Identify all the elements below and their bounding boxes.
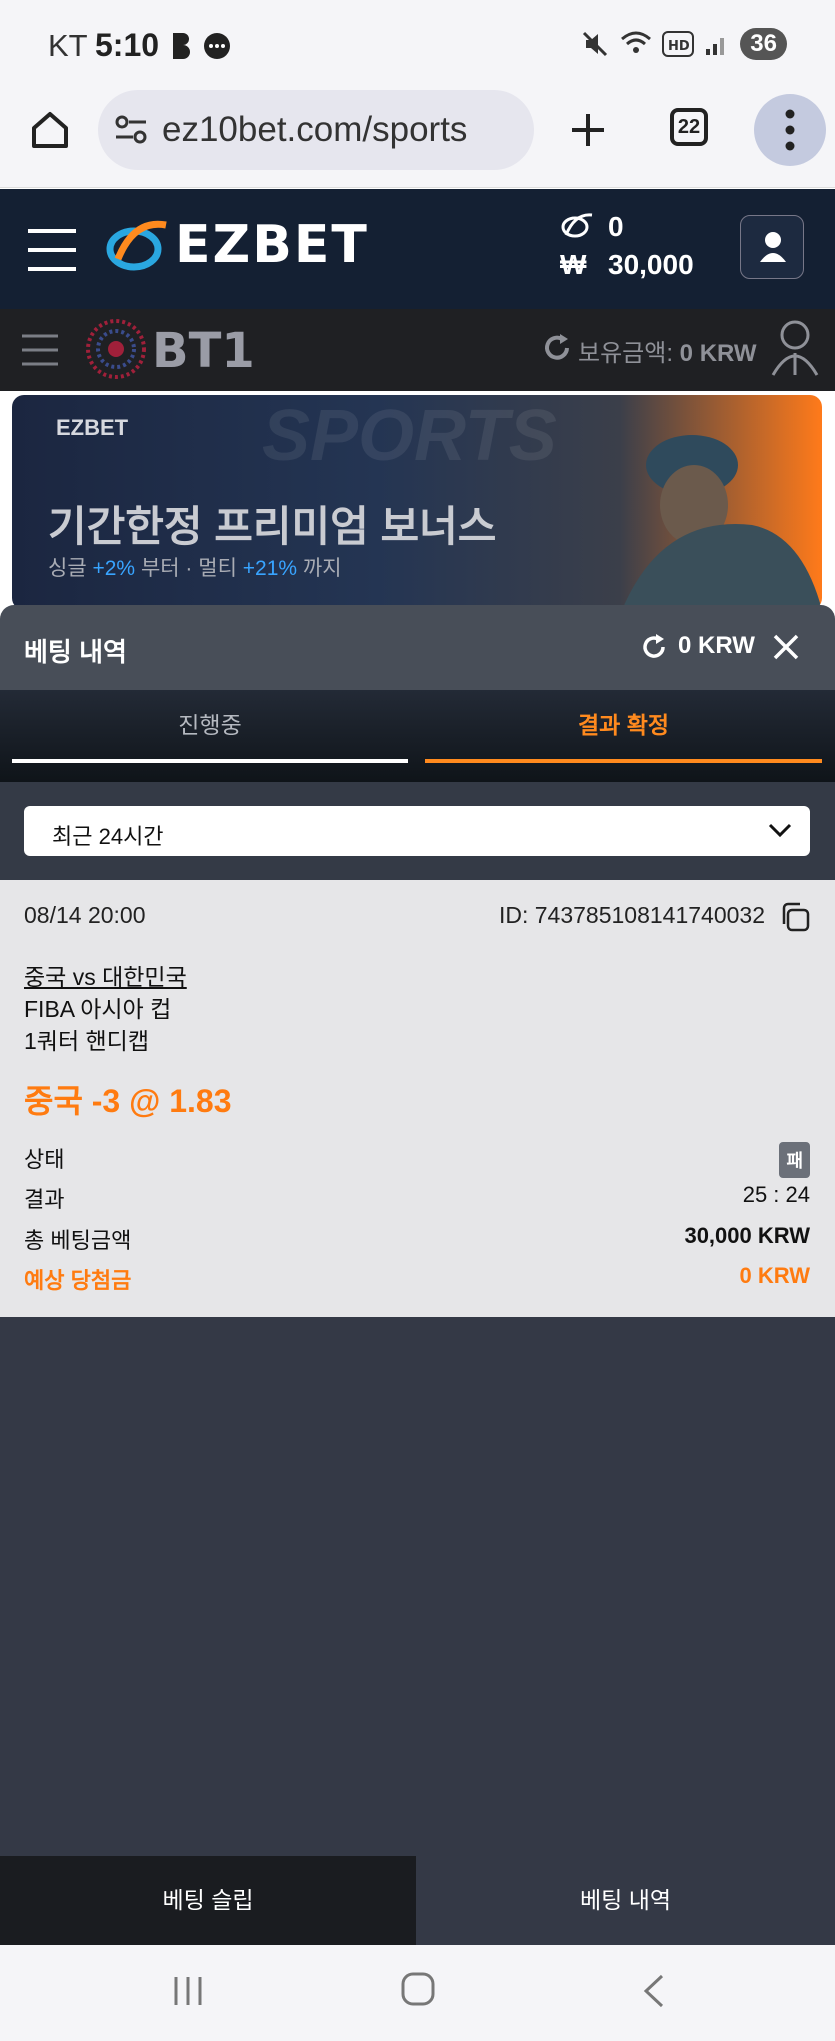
bet-card: 08/14 20:00 ID: 743785108141740032 중국 vs… bbox=[0, 880, 835, 1317]
bet-id: ID: 743785108141740032 bbox=[498, 902, 765, 928]
b-app-icon bbox=[173, 33, 190, 59]
system-icons: HD 36 bbox=[580, 28, 787, 60]
close-icon[interactable] bbox=[772, 633, 800, 661]
site-logo[interactable]: EZBET bbox=[175, 215, 369, 275]
hamburger-menu-icon[interactable] bbox=[26, 227, 78, 273]
tab-bet-slip[interactable]: 베팅 슬립 bbox=[0, 1856, 416, 1945]
banner-brand: EZBET bbox=[56, 415, 129, 440]
points-value: 0 bbox=[608, 211, 624, 242]
clock: 5:10 bbox=[95, 27, 160, 63]
battery-indicator: 36 bbox=[740, 28, 787, 60]
carrier-label: KT bbox=[48, 28, 88, 63]
new-tab-icon[interactable] bbox=[568, 110, 608, 150]
address-bar[interactable]: ez10bet.com/sports bbox=[98, 90, 534, 170]
home-icon[interactable] bbox=[28, 108, 72, 152]
match-link[interactable]: 중국 vs 대한민국 bbox=[24, 958, 187, 992]
back-icon[interactable] bbox=[640, 1973, 670, 2009]
modal-balance: 0 KRW bbox=[678, 632, 755, 659]
bottom-tabs: 베팅 슬립 베팅 내역 bbox=[0, 1856, 835, 1945]
system-navigation-bar bbox=[0, 1945, 835, 2041]
sportsbook-balance: 보유금액: 0 KRW bbox=[578, 333, 757, 368]
modal-title: 베팅 내역 bbox=[24, 637, 127, 667]
status-badge: 패 bbox=[779, 1142, 810, 1178]
period-select[interactable]: 최근 24시간 bbox=[24, 806, 810, 856]
notification-icons bbox=[170, 30, 234, 64]
site-header: EZBET 0 ₩ 30,000 bbox=[0, 189, 835, 309]
banner-title: 기간한정 프리미엄 보너스 bbox=[48, 503, 497, 550]
banner-until: 까지 bbox=[302, 557, 342, 580]
banner-single: 싱글 bbox=[48, 557, 87, 580]
url-text: ez10bet.com/sports bbox=[162, 110, 468, 149]
chevron-down-icon bbox=[768, 823, 792, 838]
league-name: FIBA 아시아 컵 bbox=[24, 996, 172, 1022]
result-value: 25 : 24 bbox=[742, 1182, 810, 1207]
sportsbook-menu-icon[interactable] bbox=[20, 333, 60, 367]
banner-single-pct: +2% bbox=[92, 557, 136, 580]
bet-pick: 중국 -3 @ 1.83 bbox=[24, 1083, 232, 1119]
banner-watermark: SPORTS bbox=[262, 396, 557, 476]
points-icon bbox=[561, 213, 593, 238]
bet-datetime: 08/14 20:00 bbox=[24, 902, 146, 928]
bt1-logo-icon bbox=[86, 319, 146, 379]
sportsbook-header: BT1 보유금액: 0 KRW bbox=[0, 309, 835, 391]
status-label: 상태 bbox=[24, 1147, 65, 1172]
tab-in-progress[interactable]: 진행중 bbox=[12, 690, 408, 763]
promo-banner[interactable]: SPORTS EZBET 기간한정 프리미엄 보너스 싱글 +2% 부터 · 멀… bbox=[12, 395, 822, 610]
wifi-icon bbox=[621, 31, 652, 53]
banner-from: 부터 · 멀티 bbox=[140, 557, 237, 580]
banner-multi-pct: +21% bbox=[242, 557, 298, 580]
stake-row: 총 베팅금액 30,000 KRW bbox=[24, 1223, 810, 1255]
refresh-balance-icon[interactable] bbox=[640, 633, 668, 661]
bet-history-header: 베팅 내역 0 KRW bbox=[0, 605, 835, 690]
status-row: 상태 패 bbox=[24, 1142, 810, 1178]
banner-subtitle: 싱글 +2% 부터 · 멀티 +21% 까지 bbox=[48, 552, 342, 582]
copy-icon[interactable] bbox=[780, 902, 810, 932]
more-vertical-icon bbox=[785, 109, 795, 151]
tab-settled[interactable]: 결과 확정 bbox=[425, 690, 822, 763]
baseball-player-image bbox=[622, 435, 822, 610]
payout-row: 예상 당첨금 0 KRW bbox=[24, 1263, 810, 1295]
currency-symbol: ₩ bbox=[560, 249, 587, 280]
profile-icon[interactable] bbox=[770, 319, 820, 377]
bt1-logo: BT1 bbox=[152, 323, 255, 379]
message-icon bbox=[204, 33, 230, 59]
stake-label: 총 베팅금액 bbox=[24, 1228, 132, 1253]
payout-value: 0 KRW bbox=[739, 1263, 811, 1288]
balance-label: 보유금액: bbox=[578, 340, 673, 367]
browser-toolbar: ez10bet.com/sports 22 bbox=[0, 90, 835, 188]
period-select-value: 최근 24시간 bbox=[52, 824, 164, 849]
refresh-icon[interactable] bbox=[542, 333, 572, 363]
tab-switcher-button[interactable]: 22 bbox=[670, 108, 708, 146]
hd-icon: HD bbox=[662, 31, 695, 57]
stake-value: 30,000 KRW bbox=[684, 1223, 810, 1248]
home-nav-icon[interactable] bbox=[400, 1971, 436, 2007]
svg-text:HD: HD bbox=[668, 39, 690, 54]
tab-bet-history[interactable]: 베팅 내역 bbox=[416, 1856, 835, 1945]
balance-value: 30,000 bbox=[608, 249, 694, 280]
browser-menu-button[interactable] bbox=[754, 94, 826, 166]
filter-area: 최근 24시간 bbox=[0, 782, 835, 880]
result-label: 결과 bbox=[24, 1187, 65, 1212]
user-icon bbox=[760, 232, 786, 262]
balance-amount: 0 KRW bbox=[679, 340, 757, 367]
account-button[interactable] bbox=[740, 215, 804, 279]
payout-label: 예상 당첨금 bbox=[24, 1268, 132, 1293]
mute-icon bbox=[583, 31, 608, 57]
recent-apps-icon[interactable] bbox=[170, 1973, 206, 2009]
history-tabs: 진행중 결과 확정 bbox=[0, 690, 835, 782]
ezbet-logo-icon[interactable] bbox=[104, 219, 168, 275]
market-name: 1쿼터 핸디캡 bbox=[24, 1028, 149, 1054]
signal-icon bbox=[706, 38, 725, 55]
status-bar: KT 5:10 HD 36 bbox=[0, 0, 835, 90]
site-settings-icon[interactable] bbox=[114, 114, 148, 146]
history-empty-space bbox=[0, 1317, 835, 1856]
result-row: 결과 25 : 24 bbox=[24, 1182, 810, 1214]
